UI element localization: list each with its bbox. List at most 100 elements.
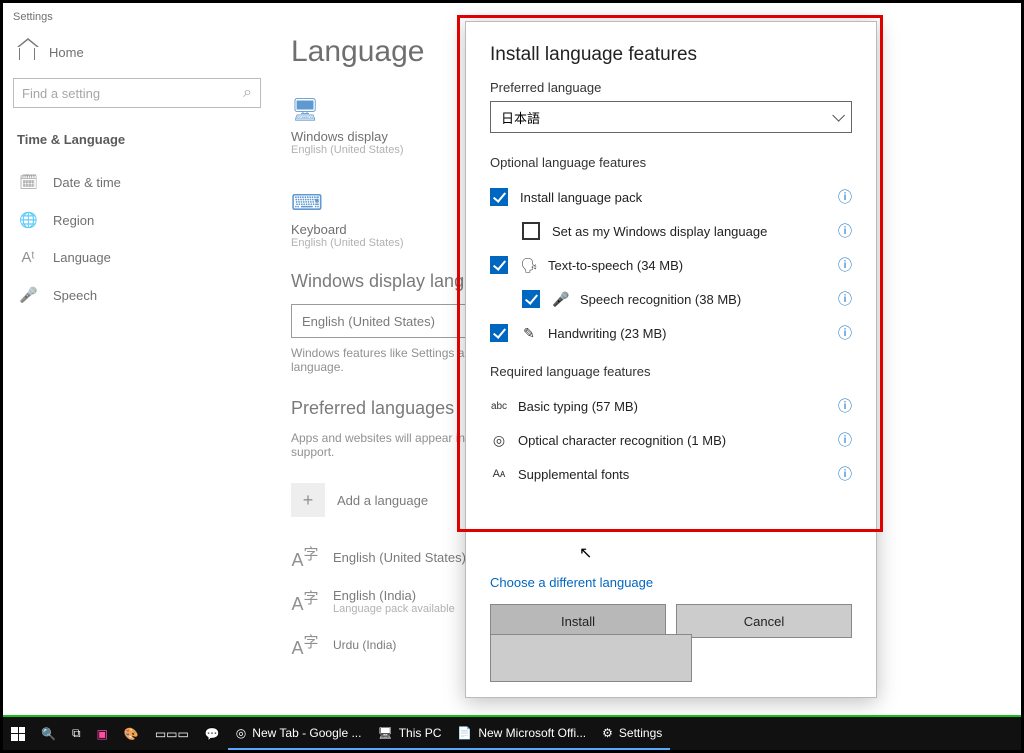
taskbar-app-chrome[interactable]: ◎ New Tab - Google ... xyxy=(228,717,370,750)
feature-speech-recognition[interactable]: 🎤 Speech recognition (38 MB) ⓘ xyxy=(490,282,852,316)
mic-icon: 🎤 xyxy=(552,291,570,308)
required-features-header: Required language features xyxy=(490,364,852,379)
taskbar-pinned-app[interactable]: ▣ xyxy=(89,717,116,750)
search-placeholder: Find a setting xyxy=(22,86,100,101)
language-glyph-icon: A字 xyxy=(291,543,319,571)
sidebar-item-label: Date & time xyxy=(53,175,121,190)
language-name: English (India) xyxy=(333,588,416,603)
dropdown-value: 日本語 xyxy=(501,108,540,127)
checkbox-checked-icon[interactable] xyxy=(490,188,508,206)
windows-logo-icon xyxy=(11,727,25,741)
sidebar-item-region[interactable]: 🌐 Region xyxy=(13,201,263,239)
install-language-features-dialog: Install language features Preferred lang… xyxy=(465,21,877,698)
checkbox-checked-icon[interactable] xyxy=(490,256,508,274)
gear-icon: ⚙ xyxy=(602,726,613,740)
chevron-down-icon xyxy=(832,110,841,125)
taskbar-search[interactable]: 🔍 xyxy=(33,717,64,750)
tile-label: Windows display xyxy=(291,129,441,144)
language-name: English (United States) xyxy=(333,550,466,565)
sidebar-item-date-time[interactable]: 🗓 Date & time xyxy=(13,163,263,201)
feature-supplemental-fonts: Aᴀ Supplemental fonts ⓘ xyxy=(490,457,852,491)
feature-label: Optical character recognition (1 MB) xyxy=(518,433,726,448)
tile-sublabel: English (United States) xyxy=(291,144,441,156)
home-label: Home xyxy=(49,45,84,60)
taskbar-app-label: New Tab - Google ... xyxy=(252,726,361,740)
taskbar: 🔍 ⧉ ▣ 🎨 ▭▭▭ 💬 ◎ New Tab - Google ... 🖥 T… xyxy=(3,715,1021,750)
feature-label: Basic typing (57 MB) xyxy=(518,399,638,414)
tile-label: Keyboard xyxy=(291,222,441,237)
globe-icon: 🌐 xyxy=(19,211,37,229)
mic-icon: 🎤 xyxy=(19,286,37,304)
cancel-button[interactable]: Cancel xyxy=(676,604,852,638)
taskbar-app-office[interactable]: 📄 New Microsoft Offi... xyxy=(449,717,594,750)
typing-icon: abc xyxy=(490,401,508,412)
feature-text-to-speech[interactable]: 🗣 Text-to-speech (34 MB) ⓘ xyxy=(490,248,852,282)
sidebar-item-label: Language xyxy=(53,250,111,265)
sidebar-section-header: Time & Language xyxy=(13,126,263,163)
checkbox-checked-icon[interactable] xyxy=(490,324,508,342)
tile-keyboard[interactable]: ⌨ Keyboard English (United States) xyxy=(291,190,441,249)
feature-label: Supplemental fonts xyxy=(518,467,629,482)
info-icon[interactable]: ⓘ xyxy=(838,430,852,450)
feature-basic-typing: abc Basic typing (57 MB) ⓘ xyxy=(490,389,852,423)
fonts-icon: Aᴀ xyxy=(490,468,508,480)
feature-label: Text-to-speech (34 MB) xyxy=(548,258,683,273)
monitor-icon: 🖥 xyxy=(291,97,441,123)
taskbar-app-label: This PC xyxy=(399,726,442,740)
feature-ocr: ◎ Optical character recognition (1 MB) ⓘ xyxy=(490,423,852,457)
pc-icon: 🖥 xyxy=(377,726,392,740)
info-icon[interactable]: ⓘ xyxy=(838,187,852,207)
taskbar-app-settings[interactable]: ⚙ Settings xyxy=(594,717,670,750)
calendar-icon: 🗓 xyxy=(19,173,37,191)
tile-sublabel: English (United States) xyxy=(291,237,441,249)
language-subtext: Language pack available xyxy=(333,603,455,615)
taskbar-pinned-app[interactable]: ▭▭▭ xyxy=(147,717,197,750)
taskbar-app-this-pc[interactable]: 🖥 This PC xyxy=(369,717,449,750)
choose-different-language-link[interactable]: Choose a different language xyxy=(490,575,852,590)
keyboard-icon: ⌨ xyxy=(291,190,441,216)
tile-windows-display[interactable]: 🖥 Windows display English (United States… xyxy=(291,97,441,168)
info-icon[interactable]: ⓘ xyxy=(838,255,852,275)
tts-icon: 🗣 xyxy=(520,257,538,274)
info-icon[interactable]: ⓘ xyxy=(838,396,852,416)
search-input[interactable]: Find a setting xyxy=(13,78,261,108)
info-icon[interactable]: ⓘ xyxy=(838,289,852,309)
checkbox-unchecked-icon[interactable] xyxy=(522,222,540,240)
optional-features-header: Optional language features xyxy=(490,155,852,170)
info-icon[interactable]: ⓘ xyxy=(838,464,852,484)
sidebar-item-language[interactable]: Aᵗ Language xyxy=(13,239,263,276)
feature-label: Install language pack xyxy=(520,190,642,205)
feature-label: Speech recognition (38 MB) xyxy=(580,292,741,307)
sidebar-item-label: Speech xyxy=(53,288,97,303)
language-glyph-icon: A字 xyxy=(291,631,319,659)
taskbar-app-label: Settings xyxy=(619,726,662,740)
feature-label: Set as my Windows display language xyxy=(552,224,767,239)
feature-handwriting[interactable]: ✎ Handwriting (23 MB) ⓘ xyxy=(490,316,852,350)
feature-label: Handwriting (23 MB) xyxy=(548,326,667,341)
add-language-label: Add a language xyxy=(337,493,428,508)
feature-install-language-pack[interactable]: Install language pack ⓘ xyxy=(490,180,852,214)
search-icon xyxy=(243,84,252,102)
sidebar-item-label: Region xyxy=(53,213,94,228)
info-icon[interactable]: ⓘ xyxy=(838,221,852,241)
preferred-language-dropdown[interactable]: 日本語 xyxy=(490,101,852,133)
start-button[interactable] xyxy=(3,717,33,750)
language-glyph-icon: A字 xyxy=(291,587,319,615)
settings-sidebar: Home Find a setting Time & Language 🗓 Da… xyxy=(3,35,273,717)
plus-icon: + xyxy=(291,483,325,517)
dropdown-value: English (United States) xyxy=(302,314,435,329)
taskbar-pinned-app[interactable]: 💬 xyxy=(197,717,228,750)
checkbox-checked-icon[interactable] xyxy=(522,290,540,308)
language-name: Urdu (India) xyxy=(333,638,396,652)
taskbar-app-label: New Microsoft Offi... xyxy=(478,726,586,740)
language-icon: Aᵗ xyxy=(19,249,37,266)
install-button[interactable]: Install xyxy=(490,604,666,638)
dialog-title: Install language features xyxy=(490,44,852,66)
feature-set-display-language[interactable]: Set as my Windows display language ⓘ xyxy=(490,214,852,248)
sidebar-item-speech[interactable]: 🎤 Speech xyxy=(13,276,263,314)
home-nav[interactable]: Home xyxy=(13,35,263,78)
info-icon[interactable]: ⓘ xyxy=(838,323,852,343)
taskbar-pinned-app[interactable]: 🎨 xyxy=(116,717,147,750)
task-view[interactable]: ⧉ xyxy=(64,717,89,750)
home-icon xyxy=(19,46,35,60)
